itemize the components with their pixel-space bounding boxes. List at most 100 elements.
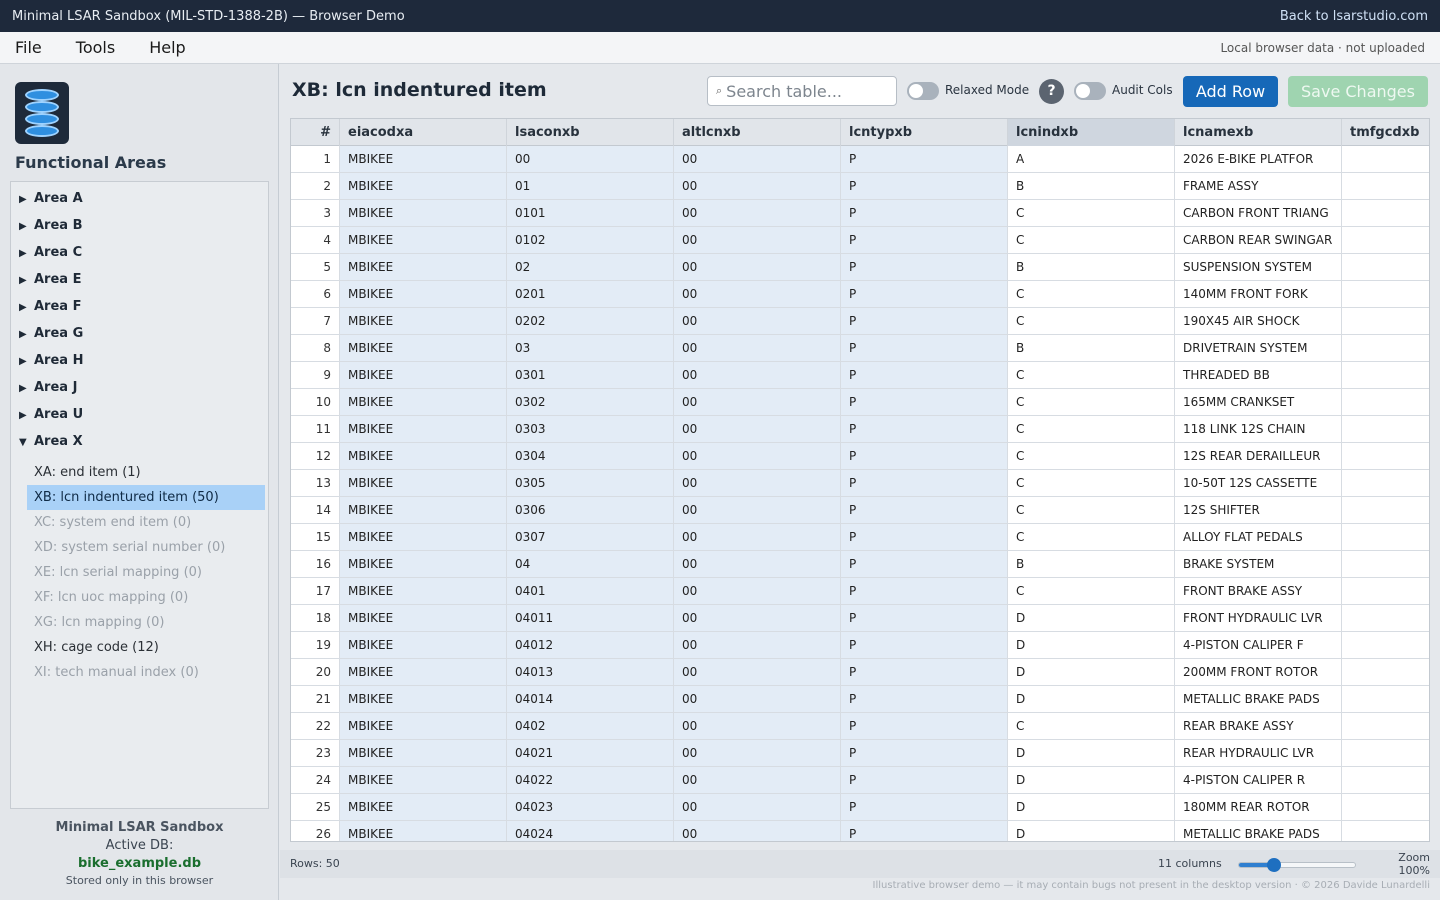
- cell-lcnamexb[interactable]: 140MM FRONT FORK: [1175, 281, 1342, 307]
- cell-eiacodxa[interactable]: MBIKEE: [340, 605, 507, 631]
- cell-lcnamexb[interactable]: FRONT HYDRAULIC LVR: [1175, 605, 1342, 631]
- cell-lcnamexb[interactable]: 165MM CRANKSET: [1175, 389, 1342, 415]
- cell-eiacodxa[interactable]: MBIKEE: [340, 524, 507, 550]
- cell-eiacodxa[interactable]: MBIKEE: [340, 335, 507, 361]
- table-row[interactable]: 7 MBIKEE 0202 00 P C 190X45 AIR SHOCK: [291, 308, 1429, 335]
- cell-lcnindxb[interactable]: C: [1008, 416, 1175, 442]
- cell-altlcnxb[interactable]: 00: [674, 659, 841, 685]
- cell-lcnamexb[interactable]: FRAME ASSY: [1175, 173, 1342, 199]
- table-row[interactable]: 4 MBIKEE 0102 00 P C CARBON REAR SWINGAR: [291, 227, 1429, 254]
- cell-altlcnxb[interactable]: 00: [674, 524, 841, 550]
- table-row[interactable]: 26 MBIKEE 04024 00 P D METALLIC BRAKE PADS: [291, 821, 1429, 841]
- cell-lcnindxb[interactable]: D: [1008, 605, 1175, 631]
- cell-lcnamexb[interactable]: REAR HYDRAULIC LVR: [1175, 740, 1342, 766]
- cell-altlcnxb[interactable]: 00: [674, 443, 841, 469]
- cell-tmfgcdxb[interactable]: [1342, 821, 1429, 841]
- cell-altlcnxb[interactable]: 00: [674, 146, 841, 172]
- cell-lsaconxb[interactable]: 02: [507, 254, 674, 280]
- zoom-slider[interactable]: [1238, 858, 1356, 872]
- back-link[interactable]: Back to lsarstudio.com: [1280, 9, 1428, 24]
- cell-lcnindxb[interactable]: C: [1008, 362, 1175, 388]
- relaxed-mode-toggle[interactable]: [907, 82, 939, 100]
- table-item-xe[interactable]: XE: lcn serial mapping (0): [27, 560, 265, 585]
- cell-lcnindxb[interactable]: C: [1008, 389, 1175, 415]
- area-item-f[interactable]: ▶ Area F: [19, 299, 81, 314]
- cell-tmfgcdxb[interactable]: [1342, 254, 1429, 280]
- cell-eiacodxa[interactable]: MBIKEE: [340, 281, 507, 307]
- cell-lcntypxb[interactable]: P: [841, 740, 1008, 766]
- cell-altlcnxb[interactable]: 00: [674, 416, 841, 442]
- table-row[interactable]: 10 MBIKEE 0302 00 P C 165MM CRANKSET: [291, 389, 1429, 416]
- cell-tmfgcdxb[interactable]: [1342, 470, 1429, 496]
- cell-tmfgcdxb[interactable]: [1342, 227, 1429, 253]
- menu-tools[interactable]: Tools: [76, 38, 115, 57]
- cell-lcnindxb[interactable]: D: [1008, 686, 1175, 712]
- cell-lcntypxb[interactable]: P: [841, 470, 1008, 496]
- cell-altlcnxb[interactable]: 00: [674, 173, 841, 199]
- cell-tmfgcdxb[interactable]: [1342, 605, 1429, 631]
- cell-eiacodxa[interactable]: MBIKEE: [340, 362, 507, 388]
- cell-altlcnxb[interactable]: 00: [674, 551, 841, 577]
- area-item-e[interactable]: ▶ Area E: [19, 272, 81, 287]
- cell-eiacodxa[interactable]: MBIKEE: [340, 308, 507, 334]
- table-item-xh[interactable]: XH: cage code (12): [27, 635, 265, 660]
- cell-tmfgcdxb[interactable]: [1342, 308, 1429, 334]
- cell-lsaconxb[interactable]: 04014: [507, 686, 674, 712]
- cell-altlcnxb[interactable]: 00: [674, 281, 841, 307]
- cell-lcntypxb[interactable]: P: [841, 497, 1008, 523]
- cell-lcntypxb[interactable]: P: [841, 146, 1008, 172]
- table-row[interactable]: 25 MBIKEE 04023 00 P D 180MM REAR ROTOR: [291, 794, 1429, 821]
- cell-lsaconxb[interactable]: 04021: [507, 740, 674, 766]
- cell-lcntypxb[interactable]: P: [841, 605, 1008, 631]
- cell-tmfgcdxb[interactable]: [1342, 686, 1429, 712]
- table-row[interactable]: 3 MBIKEE 0101 00 P C CARBON FRONT TRIANG: [291, 200, 1429, 227]
- cell-altlcnxb[interactable]: 00: [674, 605, 841, 631]
- cell-lsaconxb[interactable]: 04: [507, 551, 674, 577]
- cell-lcntypxb[interactable]: P: [841, 767, 1008, 793]
- cell-tmfgcdxb[interactable]: [1342, 578, 1429, 604]
- cell-altlcnxb[interactable]: 00: [674, 254, 841, 280]
- cell-tmfgcdxb[interactable]: [1342, 740, 1429, 766]
- cell-altlcnxb[interactable]: 00: [674, 497, 841, 523]
- cell-lcntypxb[interactable]: P: [841, 686, 1008, 712]
- zoom-slider-knob[interactable]: [1267, 858, 1282, 872]
- cell-lcntypxb[interactable]: P: [841, 362, 1008, 388]
- cell-altlcnxb[interactable]: 00: [674, 362, 841, 388]
- cell-lcnamexb[interactable]: CARBON FRONT TRIANG: [1175, 200, 1342, 226]
- column-header-index[interactable]: #: [291, 119, 340, 146]
- table-item-xb[interactable]: XB: lcn indentured item (50): [27, 485, 265, 510]
- cell-tmfgcdxb[interactable]: [1342, 362, 1429, 388]
- cell-lcntypxb[interactable]: P: [841, 632, 1008, 658]
- area-item-j[interactable]: ▶ Area J: [19, 380, 77, 395]
- cell-eiacodxa[interactable]: MBIKEE: [340, 821, 507, 841]
- cell-eiacodxa[interactable]: MBIKEE: [340, 794, 507, 820]
- cell-eiacodxa[interactable]: MBIKEE: [340, 497, 507, 523]
- cell-lcnamexb[interactable]: 118 LINK 12S CHAIN: [1175, 416, 1342, 442]
- column-header-altlcnxb[interactable]: altlcnxb: [674, 119, 841, 146]
- table-item-xi[interactable]: XI: tech manual index (0): [27, 660, 265, 685]
- table-row[interactable]: 23 MBIKEE 04021 00 P D REAR HYDRAULIC LVR: [291, 740, 1429, 767]
- menu-file[interactable]: File: [15, 38, 42, 57]
- cell-lsaconxb[interactable]: 0301: [507, 362, 674, 388]
- cell-lcnindxb[interactable]: C: [1008, 497, 1175, 523]
- column-header-tmfgcdxb[interactable]: tmfgcdxb: [1342, 119, 1429, 146]
- cell-lsaconxb[interactable]: 0305: [507, 470, 674, 496]
- table-row[interactable]: 6 MBIKEE 0201 00 P C 140MM FRONT FORK: [291, 281, 1429, 308]
- cell-lsaconxb[interactable]: 0306: [507, 497, 674, 523]
- table-row[interactable]: 16 MBIKEE 04 00 P B BRAKE SYSTEM: [291, 551, 1429, 578]
- cell-lcnindxb[interactable]: C: [1008, 281, 1175, 307]
- cell-altlcnxb[interactable]: 00: [674, 713, 841, 739]
- cell-altlcnxb[interactable]: 00: [674, 740, 841, 766]
- cell-lcnindxb[interactable]: D: [1008, 632, 1175, 658]
- column-header-lcntypxb[interactable]: lcntypxb: [841, 119, 1008, 146]
- cell-lcntypxb[interactable]: P: [841, 173, 1008, 199]
- table-row[interactable]: 17 MBIKEE 0401 00 P C FRONT BRAKE ASSY: [291, 578, 1429, 605]
- cell-lcntypxb[interactable]: P: [841, 524, 1008, 550]
- cell-eiacodxa[interactable]: MBIKEE: [340, 200, 507, 226]
- cell-lcntypxb[interactable]: P: [841, 578, 1008, 604]
- cell-lcntypxb[interactable]: P: [841, 416, 1008, 442]
- cell-eiacodxa[interactable]: MBIKEE: [340, 254, 507, 280]
- cell-lcnindxb[interactable]: C: [1008, 200, 1175, 226]
- area-item-g[interactable]: ▶ Area G: [19, 326, 83, 341]
- cell-tmfgcdxb[interactable]: [1342, 200, 1429, 226]
